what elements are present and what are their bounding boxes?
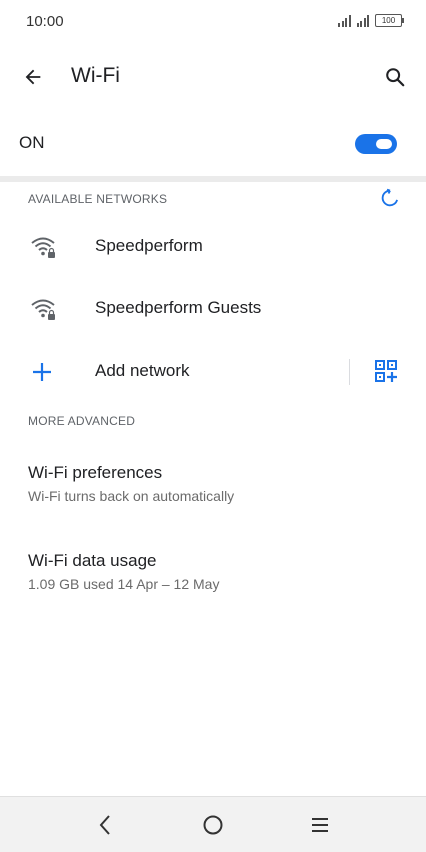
status-time: 10:00 [26,13,64,30]
vertical-divider [349,359,350,385]
signal-icon [356,14,369,27]
item-subtitle: Wi-Fi turns back on automatically [28,488,235,504]
page-title: Wi-Fi [71,64,120,87]
wifi-preferences-item[interactable]: Wi-Fi preferences Wi-Fi turns back on au… [0,463,426,527]
add-network-row[interactable]: Add network [0,341,426,403]
home-circle-icon [203,815,223,835]
more-advanced-header: MORE ADVANCED [28,414,136,428]
network-name: Speedperform [95,236,203,255]
status-bar: 10:00 100 [0,0,426,44]
network-row-speedperform-guests[interactable]: Speedperform Guests [0,278,426,340]
add-network-label: Add network [95,361,190,380]
refresh-icon [381,188,398,207]
plus-icon [33,363,51,381]
refresh-button[interactable] [379,187,401,209]
toggle-knob [376,139,392,149]
network-row-speedperform[interactable]: Speedperform [0,216,426,278]
battery-icon: 100 [375,14,404,27]
app-bar: Wi-Fi [0,50,426,104]
back-button[interactable] [18,62,48,92]
item-title: Wi-Fi data usage [28,551,157,570]
arrow-back-icon [25,69,41,85]
wifi-toggle[interactable] [355,134,397,154]
network-name: Speedperform Guests [95,298,262,317]
navigation-bar [0,796,426,852]
item-subtitle: 1.09 GB used 14 Apr – 12 May [28,576,220,592]
available-networks-header: AVAILABLE NETWORKS [28,192,168,206]
nav-back-button[interactable] [92,811,120,839]
chevron-left-icon [99,815,110,835]
qr-code-scan-icon[interactable] [374,359,400,385]
nav-home-button[interactable] [199,811,227,839]
search-button[interactable] [380,62,410,92]
signal-icon [338,14,351,27]
item-title: Wi-Fi preferences [28,463,163,482]
menu-icon [312,818,328,832]
nav-menu-button[interactable] [306,811,334,839]
wifi-data-usage-item[interactable]: Wi-Fi data usage 1.09 GB used 14 Apr – 1… [0,551,426,615]
wifi-locked-icon [31,237,55,258]
status-icons: 100 [338,14,404,27]
wifi-locked-icon [31,299,55,320]
search-icon [386,68,405,87]
wifi-state-label: ON [19,133,45,152]
wifi-master-switch-row[interactable]: ON [0,114,426,174]
section-divider [0,176,426,182]
